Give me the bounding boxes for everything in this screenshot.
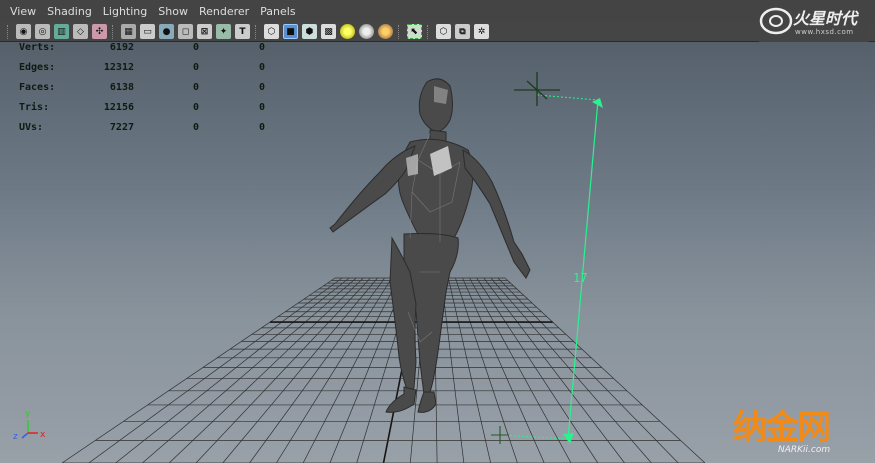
toolbar-grip-5[interactable] — [427, 24, 431, 39]
shadows-icon[interactable] — [359, 24, 374, 39]
textured-icon[interactable]: ▩ — [321, 24, 336, 39]
distance-value-label: 17 — [573, 271, 588, 285]
hud-label: Verts: — [19, 42, 56, 53]
menu-shading[interactable]: Shading — [47, 5, 92, 18]
hxsd-logo-url: www.hxsd.com — [795, 28, 854, 36]
narkii-watermark: 纳金网 — [733, 408, 831, 448]
xray-components-icon[interactable]: ✲ — [474, 24, 489, 39]
resolution-gate-icon[interactable]: ● — [159, 24, 174, 39]
hud-value: 0 — [192, 102, 199, 113]
hud-value: 0 — [192, 82, 199, 93]
hud-value: 6192 — [109, 42, 134, 53]
hud-value: 6138 — [109, 82, 134, 93]
select-camera-icon[interactable]: ◉ — [16, 24, 31, 39]
two-d-pan-zoom-icon[interactable]: ✣ — [92, 24, 107, 39]
hardware-render-icon[interactable] — [378, 24, 393, 39]
bookmarks-icon[interactable]: ▥ — [54, 24, 69, 39]
grid-icon[interactable]: ▦ — [121, 24, 136, 39]
toolbar-grip-2[interactable] — [112, 24, 116, 39]
safe-action-icon[interactable]: ✦ — [216, 24, 231, 39]
menu-renderer[interactable]: Renderer — [199, 5, 249, 18]
toolbar-grip[interactable] — [7, 24, 11, 39]
hxsd-logo-mark-icon — [759, 7, 793, 35]
hud-value: 0 — [258, 82, 265, 93]
toolbar-grip-3[interactable] — [255, 24, 259, 39]
axis-y-label: y — [25, 409, 31, 419]
view-axis-gizmo: y x z — [13, 409, 46, 442]
hxsd-logo: 火星时代 www.hxsd.com — [759, 0, 869, 42]
axis-z-label: z — [13, 432, 18, 442]
toolbar-grip-4[interactable] — [398, 24, 402, 39]
hxsd-logo-text: 火星时代 — [793, 9, 858, 28]
smooth-shade-all-icon[interactable]: ■ — [283, 24, 298, 39]
safe-title-icon[interactable]: T — [235, 24, 250, 39]
hud-value: 0 — [258, 62, 265, 73]
maya-viewport-window: View Shading Lighting Show Renderer Pane… — [0, 0, 875, 463]
panel-menu-bar: View Shading Lighting Show Renderer Pane… — [0, 0, 875, 22]
menu-lighting[interactable]: Lighting — [103, 5, 147, 18]
hud-label: Edges: — [19, 62, 56, 73]
hud-value: 0 — [192, 42, 199, 53]
use-all-lights-icon[interactable] — [340, 24, 355, 39]
hud-label: Tris: — [19, 102, 50, 113]
menu-panels[interactable]: Panels — [260, 5, 295, 18]
hud-value: 7227 — [109, 122, 134, 133]
axis-x-label: x — [40, 430, 46, 440]
film-gate-icon[interactable]: ▭ — [140, 24, 155, 39]
menu-show[interactable]: Show — [158, 5, 188, 18]
image-plane-icon[interactable]: ◇ — [73, 24, 88, 39]
isolate-select-icon[interactable]: ⬉ — [407, 24, 422, 39]
hud-value: 0 — [192, 122, 199, 133]
locator-top-icon[interactable] — [514, 72, 560, 106]
xray-joints-icon[interactable]: ⧉ — [455, 24, 470, 39]
hud-value: 0 — [258, 102, 265, 113]
perspective-viewport[interactable]: y x z Verts: 6192 0 0 Edges: 12312 0 0 Faces: 613… — [0, 42, 875, 463]
hud-value: 0 — [258, 42, 265, 53]
xray-icon[interactable]: ⬡ — [436, 24, 451, 39]
narkii-watermark-url: NARKii.com — [778, 445, 831, 455]
hud-value: 0 — [258, 122, 265, 133]
camera-attributes-icon[interactable]: ◎ — [35, 24, 50, 39]
wireframe-on-shaded-icon[interactable]: ⬢ — [302, 24, 317, 39]
hud-value: 12156 — [103, 102, 134, 113]
ground-grid — [61, 277, 706, 463]
gate-mask-icon[interactable]: ◻ — [178, 24, 193, 39]
field-chart-icon[interactable]: ⊠ — [197, 24, 212, 39]
hud-label: Faces: — [19, 82, 56, 93]
wireframe-icon[interactable]: ⬡ — [264, 24, 279, 39]
hud-value: 12312 — [103, 62, 134, 73]
menu-view[interactable]: View — [10, 5, 36, 18]
panel-toolbar: ◉ ◎ ▥ ◇ ✣ ▦ ▭ ● ◻ ⊠ ✦ T ⬡ ■ ⬢ ▩ ⬉ ⬡ ⧉ ✲ — [0, 22, 875, 42]
hud-value: 0 — [192, 62, 199, 73]
hud-label: UVs: — [19, 122, 44, 133]
